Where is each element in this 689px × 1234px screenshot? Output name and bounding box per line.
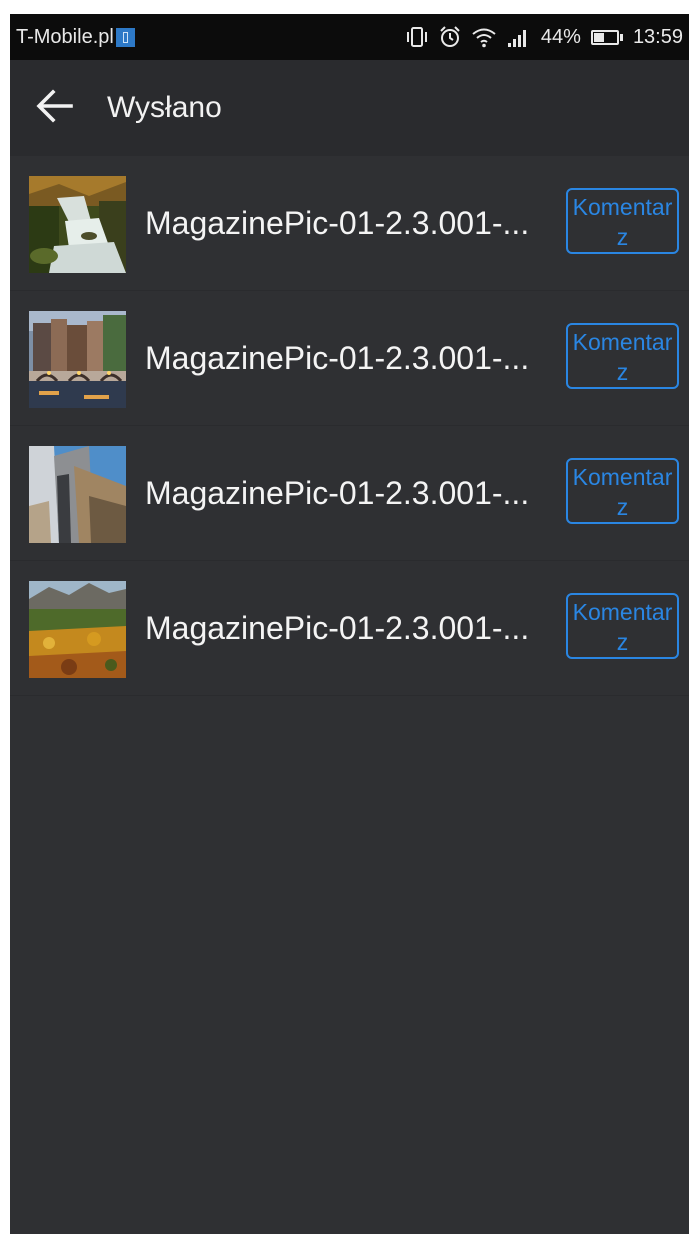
battery-level: [593, 32, 605, 42]
vibrate-icon: [405, 26, 429, 48]
sim-icon: [115, 27, 135, 47]
comment-button[interactable]: Komentarz: [566, 323, 679, 389]
clock: 13:59: [632, 25, 683, 48]
list-item[interactable]: MagazinePic-01-2.3.001-... Komentarz: [10, 426, 689, 561]
phone-screen: T-Mobile.pl 44% 13:59 Wysłano MagazinePi…: [10, 14, 689, 1234]
app-bar: Wysłano: [10, 60, 689, 156]
file-name: MagazinePic-01-2.3.001-...: [145, 610, 530, 646]
comment-button[interactable]: Komentarz: [566, 188, 679, 254]
battery-icon: [590, 29, 623, 45]
list-item[interactable]: MagazinePic-01-2.3.001-... Komentarz: [10, 291, 689, 426]
carrier-name: T-Mobile.pl: [16, 25, 114, 48]
alarm-icon: [439, 26, 461, 48]
page-title: Wysłano: [107, 91, 222, 124]
file-name: MagazinePic-01-2.3.001-...: [145, 340, 530, 376]
list-item[interactable]: MagazinePic-01-2.3.001-... Komentarz: [10, 561, 689, 696]
status-bar: T-Mobile.pl 44% 13:59: [10, 14, 689, 60]
status-right: 44% 13:59: [405, 14, 683, 60]
wifi-icon: [471, 26, 497, 48]
list-item[interactable]: MagazinePic-01-2.3.001-... Komentarz: [10, 156, 689, 291]
signal-icon: [507, 27, 531, 47]
file-name: MagazinePic-01-2.3.001-...: [145, 475, 530, 511]
thumbnail-image: [29, 311, 126, 408]
comment-button[interactable]: Komentarz: [566, 593, 679, 659]
sent-files-list: MagazinePic-01-2.3.001-... Komentarz Mag…: [10, 156, 689, 696]
battery-percent: 44%: [540, 25, 581, 48]
comment-button[interactable]: Komentarz: [566, 458, 679, 524]
back-button[interactable]: [30, 84, 78, 132]
thumbnail-image: [29, 446, 126, 543]
thumbnail-image: [29, 176, 126, 273]
file-name: MagazinePic-01-2.3.001-...: [145, 205, 530, 241]
arrow-left-icon: [34, 88, 74, 129]
status-left: T-Mobile.pl: [16, 14, 135, 60]
thumbnail-image: [29, 581, 126, 678]
